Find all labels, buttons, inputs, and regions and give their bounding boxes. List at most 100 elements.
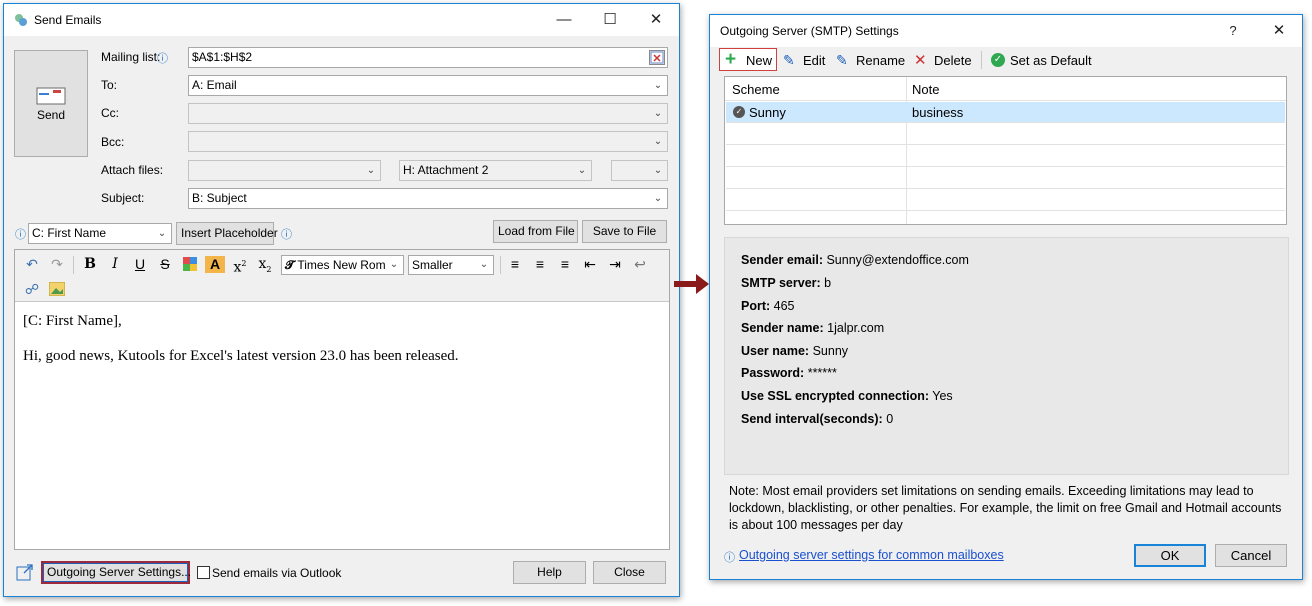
divider [981,51,982,69]
italic-icon[interactable]: I [105,254,125,276]
insert-image-icon[interactable] [47,279,67,301]
info-icon: ⓘ [724,552,735,564]
info-icon: ⓘ [281,229,292,241]
rename-button[interactable]: Rename [856,53,905,68]
sender-name-value: 1jalpr.com [827,321,885,335]
clear-format-icon[interactable]: ↩ [630,254,650,276]
bold-icon[interactable]: B [80,254,100,276]
redo-icon[interactable]: ↷ [47,254,67,276]
limits-note: Note: Most email providers set limitatio… [729,484,1282,532]
send-button[interactable]: Send [14,50,88,157]
details-panel: Sender email: Sunny@extendoffice.com SMT… [724,237,1289,475]
attach-select-1[interactable]: ⌄ [188,160,381,181]
port-label: Port: [741,299,771,313]
send-emails-window: Send Emails — ☐ ✕ Send Mailing list: ⓘ T… [3,3,680,597]
info-icon: ⓘ [157,53,168,65]
to-label: To: [101,78,118,92]
delete-button[interactable]: Delete [934,53,972,68]
send-interval-value: 0 [886,412,894,426]
column-header[interactable]: Scheme [732,82,780,97]
color-grid-icon[interactable] [180,254,200,276]
load-from-file-button[interactable]: Load from File [493,220,578,243]
send-via-outlook-label: Send emails via Outlook [212,566,342,580]
rename-icon[interactable]: ✎ [836,52,848,69]
save-to-file-button[interactable]: Save to File [582,220,667,243]
close-icon[interactable]: ✕ [1256,15,1302,47]
chevron-down-icon: ⌄ [366,165,376,176]
sender-name-label: Sender name: [741,321,824,335]
note-cell: business [912,105,964,120]
editor-body[interactable]: [C: First Name], Hi, good news, Kutools … [23,312,661,365]
external-link-icon[interactable] [16,564,34,582]
chevron-down-icon: ⌄ [653,136,663,147]
chevron-down-icon: ⌄ [577,165,587,176]
check-circle-icon[interactable]: ✓ [991,53,1005,67]
hyperlink-icon[interactable]: ☍ [22,279,42,301]
help-icon[interactable]: ? [1210,15,1256,47]
attach-select-3[interactable]: ⌄ [611,160,668,181]
send-label: Send [36,108,66,122]
subscript-icon[interactable]: x2 [255,254,275,276]
superscript-icon[interactable]: x2 [230,254,250,276]
align-right-icon[interactable]: ≡ [555,254,575,276]
font-face-icon: 𝓣 [285,258,295,272]
strikethrough-icon[interactable]: S [155,254,175,276]
column-header[interactable]: Note [912,82,939,97]
align-center-icon[interactable]: ≡ [530,254,550,276]
help-button[interactable]: Help [513,561,586,584]
user-name-label: User name: [741,344,810,358]
chevron-down-icon: ⌄ [653,165,663,176]
indent-icon[interactable]: ⇥ [605,254,625,276]
mailing-list-value: $A$1:$H$2 [192,50,253,64]
pencil-icon[interactable]: ✎ [783,52,795,69]
maximize-icon[interactable]: ☐ [587,4,633,36]
smtp-server-value: b [824,276,832,290]
attach-files-label: Attach files: [101,163,164,177]
sender-name-row: Sender name: 1jalpr.com [741,321,884,335]
font-color-icon[interactable]: A [205,256,225,273]
minimize-icon[interactable]: — [541,4,587,36]
cancel-button[interactable]: Cancel [1215,544,1287,567]
editor: ↶ ↷ B I U S A x2 x2 𝓣 Times New Rom ⌄ Sm… [14,249,670,550]
attach-select-2[interactable]: H: Attachment 2 ⌄ [399,160,592,181]
to-select[interactable]: A: Email ⌄ [188,75,668,96]
table-row [726,146,1285,167]
subject-select[interactable]: B: Subject ⌄ [188,188,668,209]
font-name-value: Times New Rom [297,258,386,272]
to-value: A: Email [192,78,237,92]
placeholder-select[interactable]: C: First Name ⌄ [28,223,172,244]
outdent-icon[interactable]: ⇤ [580,254,600,276]
ok-button[interactable]: OK [1134,544,1206,567]
send-interval-row: Send interval(seconds): 0 [741,412,893,426]
mailing-list-input[interactable]: $A$1:$H$2 [188,47,668,68]
mailing-list-label: Mailing list: [101,50,161,64]
common-mailboxes-link[interactable]: Outgoing server settings for common mail… [739,548,1004,562]
new-label: New [746,53,773,68]
close-button[interactable]: Close [593,561,666,584]
table-row[interactable]: ✓ Sunny business [726,102,1285,123]
body-line-2: Hi, good news, Kutools for Excel's lates… [23,348,459,364]
send-via-outlook-checkbox[interactable] [197,566,210,579]
table-row [726,168,1285,189]
set-as-default-button[interactable]: Set as Default [1010,53,1092,68]
table-row [726,190,1285,211]
outgoing-server-settings-button[interactable]: Outgoing Server Settings... [41,561,191,584]
insert-placeholder-button[interactable]: Insert Placeholder [176,222,278,245]
align-left-icon[interactable]: ≡ [505,254,525,276]
new-button[interactable]: + New [719,48,777,71]
ssl-label: Use SSL encrypted connection: [741,389,930,403]
undo-icon[interactable]: ↶ [22,254,42,276]
close-icon[interactable]: ✕ [633,4,679,36]
font-name-select[interactable]: 𝓣 Times New Rom ⌄ [281,255,404,275]
font-size-value: Smaller [412,258,453,272]
table-row [726,124,1285,145]
cc-select[interactable]: ⌄ [188,103,668,124]
range-select-icon[interactable] [649,50,665,65]
edit-button[interactable]: Edit [803,53,825,68]
bcc-label: Bcc: [101,135,125,149]
font-size-select[interactable]: Smaller ⌄ [408,255,494,275]
underline-icon[interactable]: U [130,254,150,276]
delete-icon[interactable]: ✕ [914,51,927,69]
default-check-icon: ✓ [733,106,745,118]
bcc-select[interactable]: ⌄ [188,131,668,152]
